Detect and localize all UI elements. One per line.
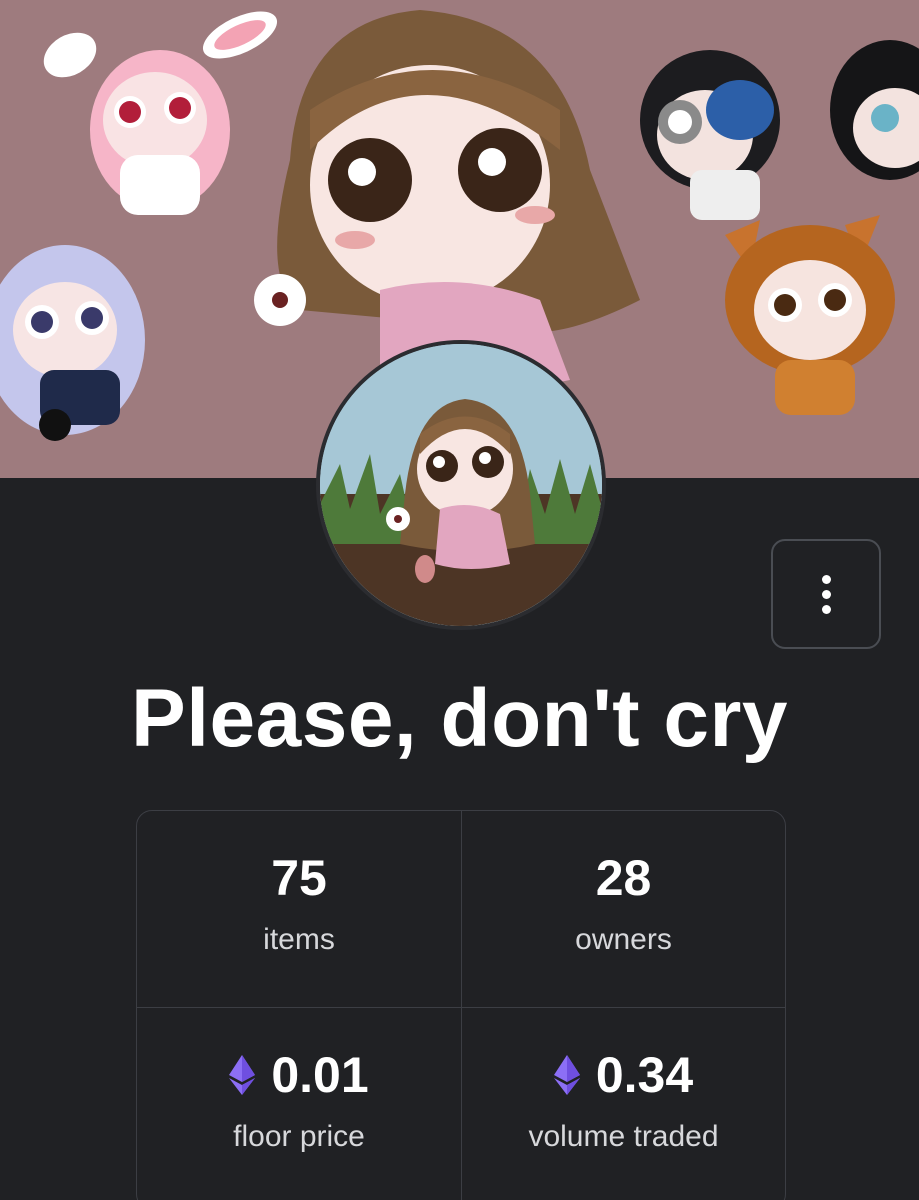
stat-items-label: items	[263, 923, 335, 956]
stat-owners-value: 28	[595, 850, 652, 906]
stat-volume-traded: 0.34 volume traded	[461, 1007, 785, 1200]
stat-volume-traded-value: 0.34	[595, 1047, 694, 1103]
stat-items: 75 items	[137, 811, 461, 1007]
stat-items-value: 75	[271, 850, 327, 906]
stat-volume-traded-label: volume traded	[528, 1120, 719, 1153]
ethereum-icon	[553, 1055, 580, 1095]
stat-owners: 28 owners	[461, 811, 785, 1007]
stat-floor-price-label: floor price	[233, 1120, 365, 1153]
stat-floor-price: 0.01 floor price	[137, 1007, 461, 1200]
collection-avatar[interactable]	[316, 340, 606, 630]
stat-floor-price-value: 0.01	[271, 1047, 369, 1103]
collection-title: Please, don't cry	[131, 673, 788, 764]
stat-owners-label: owners	[575, 923, 672, 956]
chibi-girl-with-flower-avatar-icon	[320, 344, 602, 626]
more-options-button[interactable]	[771, 539, 881, 649]
ethereum-icon	[229, 1055, 256, 1095]
more-vertical-icon	[821, 574, 831, 614]
collection-stats: 75 items 28 owners 0.01 floor price 0.34…	[136, 810, 786, 1200]
